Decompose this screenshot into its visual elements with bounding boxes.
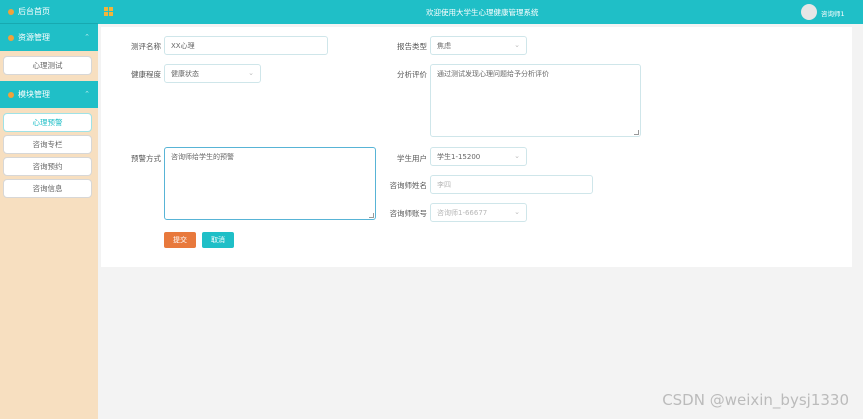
student-label: 学生用户 xyxy=(397,154,427,163)
health-level-label: 健康程度 xyxy=(131,70,161,79)
chevron-up-icon: ⌃ xyxy=(84,90,90,98)
sidebar: 后台首页 资源管理 ⌃ 心理测试 模块管理 ⌃ 心理预警 咨询专栏 咨询预约 咨… xyxy=(0,0,98,419)
sidebar-item-consult-column[interactable]: 咨询专栏 xyxy=(3,135,92,154)
app-title: 欢迎使用大学生心理健康管理系统 xyxy=(426,8,539,17)
avatar[interactable] xyxy=(801,4,817,20)
sidebar-item-psych-test[interactable]: 心理测试 xyxy=(3,56,92,75)
watermark: CSDN @weixin_bysj1330 xyxy=(662,391,849,409)
intervention-label: 预警方式 xyxy=(131,154,161,163)
counselor-name-label: 咨询师姓名 xyxy=(389,181,428,190)
sidebar-home-label: 后台首页 xyxy=(18,7,50,16)
counselor-name-placeholder: 李四 xyxy=(437,181,451,189)
sidebar-group-label: 模块管理 xyxy=(18,90,50,99)
chevron-down-icon: ⌄ xyxy=(514,208,520,216)
test-name-label: 测评名称 xyxy=(131,42,161,51)
sidebar-item-psych-warning[interactable]: 心理预警 xyxy=(3,113,92,132)
folder-icon xyxy=(8,91,14,98)
student-select[interactable]: 学生1-15200 ⌄ xyxy=(430,147,527,166)
report-type-label: 报告类型 xyxy=(397,42,427,51)
chevron-down-icon: ⌄ xyxy=(514,152,520,160)
analysis-label: 分析评价 xyxy=(397,70,427,79)
health-level-select[interactable]: 健康状态 ⌄ xyxy=(164,64,261,83)
intervention-text: 咨询师给学生的预警 xyxy=(171,153,234,161)
home-icon xyxy=(8,8,14,15)
test-name-input[interactable]: XX心理 xyxy=(164,36,328,55)
sidebar-item-consult-info[interactable]: 咨询信息 xyxy=(3,179,92,198)
sidebar-home[interactable]: 后台首页 xyxy=(0,0,98,24)
sidebar-group-resource[interactable]: 资源管理 ⌃ xyxy=(0,24,98,51)
report-type-value: 焦虑 xyxy=(437,42,451,50)
analysis-text: 通过测试发现心理问题给予分析评价 xyxy=(437,70,549,78)
health-level-value: 健康状态 xyxy=(171,70,199,78)
user-name[interactable]: 咨询师1 xyxy=(821,8,845,18)
report-type-select[interactable]: 焦虑 ⌄ xyxy=(430,36,527,55)
chevron-down-icon: ⌄ xyxy=(514,41,520,49)
counselor-account-value: 咨询师1-66677 xyxy=(437,209,488,217)
form-panel: 测评名称 XX心理 报告类型 焦虑 ⌄ 健康程度 健康状态 ⌄ 分析评价 通过测… xyxy=(101,27,852,267)
chevron-down-icon: ⌄ xyxy=(248,69,254,77)
sidebar-item-consult-booking[interactable]: 咨询预约 xyxy=(3,157,92,176)
counselor-account-label: 咨询师账号 xyxy=(389,209,428,218)
intervention-textarea[interactable]: 咨询师给学生的预警 xyxy=(164,147,376,220)
sidebar-group-label: 资源管理 xyxy=(18,33,50,42)
chevron-up-icon: ⌃ xyxy=(84,33,90,41)
menu-grid-icon[interactable] xyxy=(104,7,113,16)
counselor-name-input[interactable]: 李四 xyxy=(430,175,593,194)
top-bar: 欢迎使用大学生心理健康管理系统 咨询师1 xyxy=(98,0,863,24)
cancel-button[interactable]: 取消 xyxy=(202,232,234,248)
resize-handle-icon[interactable] xyxy=(634,130,639,135)
student-value: 学生1-15200 xyxy=(437,153,481,161)
counselor-account-select[interactable]: 咨询师1-66677 ⌄ xyxy=(430,203,527,222)
sidebar-group-module[interactable]: 模块管理 ⌃ xyxy=(0,81,98,108)
submit-button[interactable]: 提交 xyxy=(164,232,196,248)
analysis-textarea[interactable]: 通过测试发现心理问题给予分析评价 xyxy=(430,64,641,137)
folder-icon xyxy=(8,34,14,41)
